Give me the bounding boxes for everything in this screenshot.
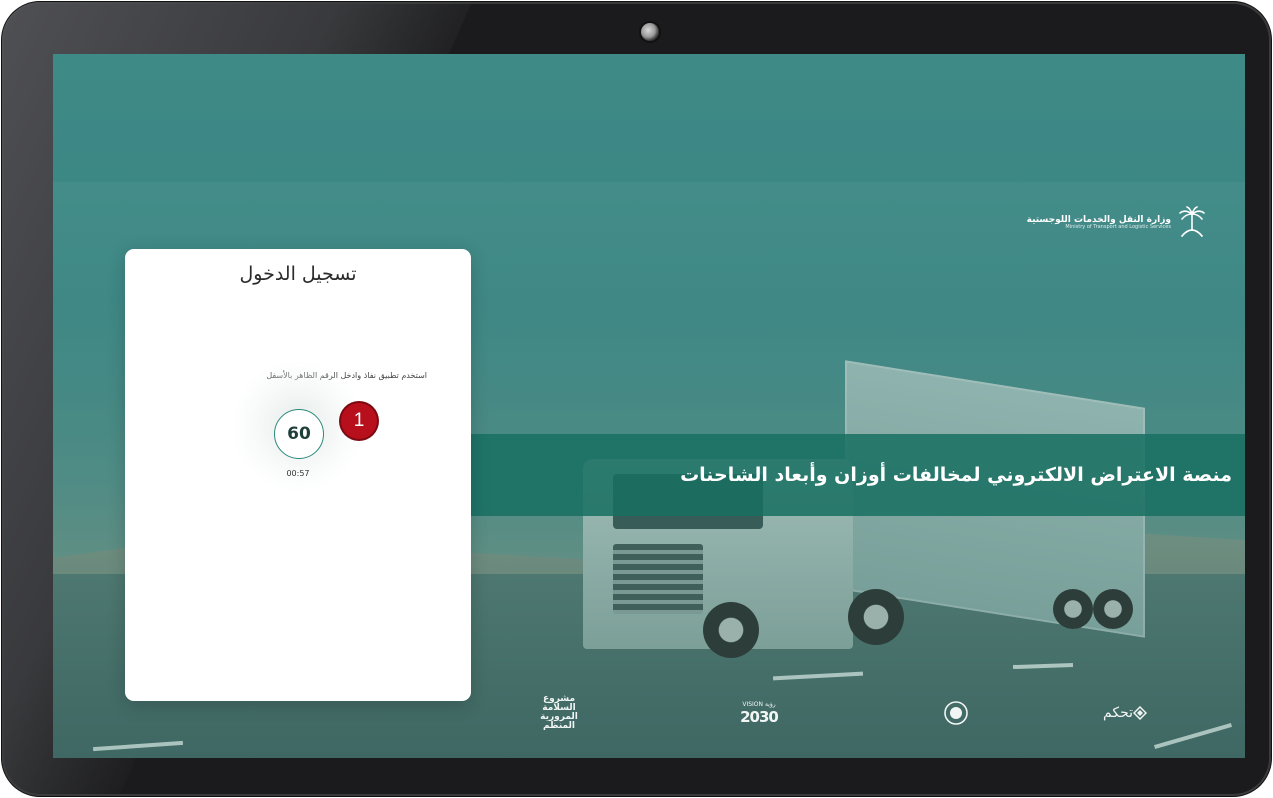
truck-grille — [613, 544, 703, 614]
vision-2030-logo: VISION رؤية 2030 — [729, 698, 789, 728]
road-line — [92, 740, 184, 752]
tahakkom-logo: تحكم — [1093, 698, 1157, 728]
verification-code: 60 — [274, 409, 324, 459]
platform-title: منصة الاعتراض الالكتروني لمخالفات أوزان … — [680, 464, 1232, 486]
road-line — [1012, 662, 1074, 670]
vision-small-text: VISION رؤية — [742, 700, 776, 708]
road-safety-logo: مشروع السلامة المرورية المنظم — [536, 694, 582, 731]
road-line — [772, 671, 864, 681]
countdown-timer: 00:57 — [286, 469, 310, 478]
login-title: تسجيل الدخول — [239, 263, 357, 285]
truck-wheel — [1093, 589, 1133, 629]
camera-icon — [641, 23, 659, 41]
road-safety-logo-text: مشروع السلامة المرورية المنظم — [540, 694, 578, 731]
ministry-name-en: Ministry of Transport and Logistic Servi… — [1065, 224, 1171, 231]
truck-wheel — [703, 602, 759, 658]
palm-swords-icon — [1179, 206, 1205, 237]
truck-wheel — [848, 589, 904, 645]
diamond-icon — [1133, 706, 1147, 720]
road-line — [1153, 723, 1233, 749]
login-card: تسجيل الدخول استخدم تطبيق نفاذ وادخل الر… — [125, 249, 471, 701]
police-emblem-icon — [941, 698, 971, 728]
step-number-badge: 1 — [341, 403, 377, 439]
platform-banner: منصة الاعتراض الالكتروني لمخالفات أوزان … — [471, 434, 1245, 516]
ministry-logo: وزارة النقل والخدمات اللوجستية Ministry … — [1027, 206, 1207, 240]
vision-year-text: 2030 — [740, 707, 779, 726]
screen: منصة الاعتراض الالكتروني لمخالفات أوزان … — [53, 54, 1245, 758]
truck-wheel — [1053, 589, 1093, 629]
tahakkom-text: تحكم — [1103, 705, 1133, 721]
